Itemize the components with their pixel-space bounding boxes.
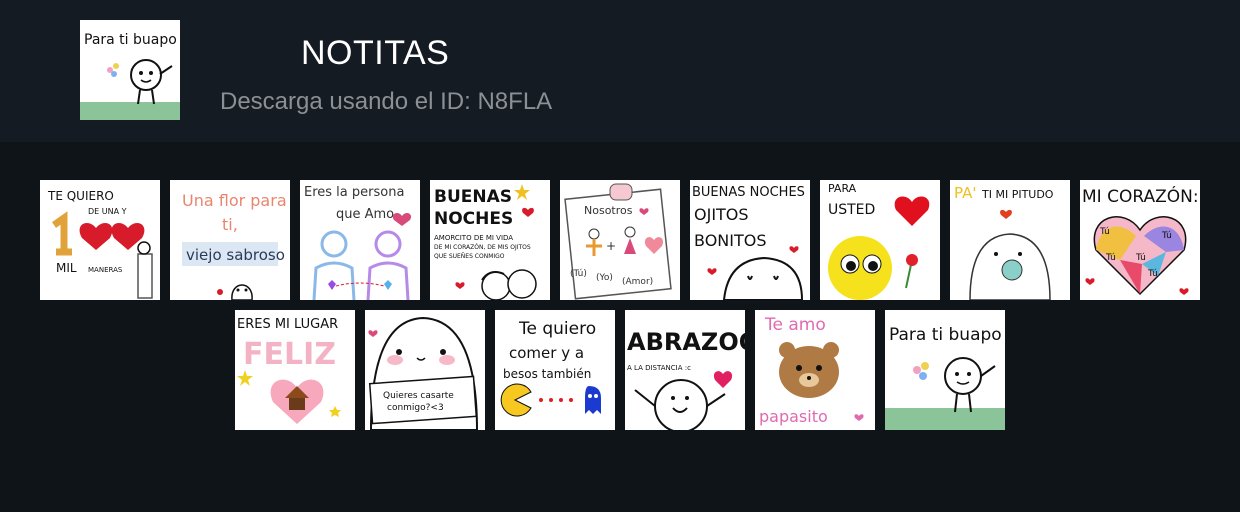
svg-text:TI MI PITUDO: TI MI PITUDO bbox=[981, 188, 1054, 201]
svg-text:Te amo: Te amo bbox=[764, 315, 826, 335]
sticker-una-flor-para-ti[interactable]: Una flor para ti, viejo sabroso bbox=[170, 180, 290, 300]
sticker-eres-la-persona[interactable]: Eres la persona que Amo bbox=[300, 180, 420, 300]
sticker-te-quiero-100-mil[interactable]: TE QUIERO DE UNA Y MIL MANERAS bbox=[40, 180, 160, 300]
svg-text:MI CORAZÓN:: MI CORAZÓN: bbox=[1082, 185, 1199, 207]
thumb-text: Para ti buapo bbox=[84, 32, 177, 48]
pack-header: Para ti buapo NOTITAS Descarga usando el… bbox=[0, 0, 1240, 142]
svg-text:BUENAS NOCHES: BUENAS NOCHES bbox=[692, 185, 805, 200]
svg-text:Eres la persona: Eres la persona bbox=[304, 185, 404, 200]
svg-text:TE QUIERO: TE QUIERO bbox=[47, 189, 114, 203]
svg-text:A LA DISTANCIA :c: A LA DISTANCIA :c bbox=[627, 364, 691, 372]
svg-text:(Yo): (Yo) bbox=[596, 273, 613, 283]
svg-text:NOCHES: NOCHES bbox=[434, 209, 513, 229]
svg-text:ERES MI LUGAR: ERES MI LUGAR bbox=[237, 317, 338, 332]
svg-text:PA': PA' bbox=[954, 184, 976, 202]
svg-text:BUENAS: BUENAS bbox=[434, 187, 512, 207]
svg-text:conmigo?<3: conmigo?<3 bbox=[387, 403, 444, 413]
download-id-label: Descarga usando el ID: N8FLA bbox=[220, 88, 553, 115]
svg-text:que Amo: que Amo bbox=[336, 207, 394, 222]
svg-text:viejo sabroso: viejo sabroso bbox=[186, 246, 285, 264]
svg-text:ABRAZOO: ABRAZOO bbox=[627, 328, 745, 356]
svg-text:comer y a: comer y a bbox=[509, 344, 584, 362]
svg-text:ti,: ti, bbox=[222, 215, 238, 234]
sticker-pa-ti-mi-pitudo[interactable]: PA' TI MI PITUDO bbox=[950, 180, 1070, 300]
svg-text:Nosotros: Nosotros bbox=[584, 204, 633, 217]
svg-text:QUE SUEÑES CONMIGO: QUE SUEÑES CONMIGO bbox=[434, 253, 505, 260]
sticker-nosotros[interactable]: Nosotros + (Tú) (Yo) (Amor) bbox=[560, 180, 680, 300]
svg-text:BONITOS: BONITOS bbox=[694, 231, 767, 250]
svg-text:DE UNA Y: DE UNA Y bbox=[88, 207, 127, 216]
svg-text:besos también: besos también bbox=[503, 367, 591, 381]
sticker-buenas-noches[interactable]: BUENAS NOCHES AMORCITO DE MI VIDA DE MI … bbox=[430, 180, 550, 300]
svg-text:Para ti buapo: Para ti buapo bbox=[889, 325, 1002, 345]
svg-text:Te quiero: Te quiero bbox=[518, 319, 596, 339]
sticker-para-ti-buapo[interactable]: Para ti buapo bbox=[885, 310, 1005, 430]
svg-text:DE MI CORAZÓN, DE MIS OJITOS: DE MI CORAZÓN, DE MIS OJITOS bbox=[434, 244, 531, 251]
sticker-buenas-noches-ojitos[interactable]: BUENAS NOCHES OJITOS BONITOS bbox=[690, 180, 810, 300]
svg-text:MIL: MIL bbox=[56, 261, 77, 275]
sticker-te-amo-papasito[interactable]: Te amo papasito bbox=[755, 310, 875, 430]
sticker-quieres-casarte[interactable]: Quieres casarte conmigo?<3 bbox=[365, 310, 485, 430]
svg-text:AMORCITO DE MI VIDA: AMORCITO DE MI VIDA bbox=[434, 234, 513, 242]
svg-text:(Amor): (Amor) bbox=[622, 277, 653, 287]
pack-thumbnail: Para ti buapo bbox=[80, 20, 180, 120]
sticker-te-quiero-comer[interactable]: Te quiero comer y a besos también bbox=[495, 310, 615, 430]
svg-text:OJITOS: OJITOS bbox=[694, 205, 749, 224]
pack-title: NOTITAS bbox=[301, 34, 450, 72]
svg-text:Tú: Tú bbox=[1099, 227, 1110, 237]
svg-text:Tú: Tú bbox=[1161, 231, 1172, 241]
svg-text:FELIZ: FELIZ bbox=[243, 337, 336, 372]
svg-text:papasito: papasito bbox=[759, 407, 828, 426]
sticker-abrazoo[interactable]: ABRAZOO A LA DISTANCIA :c bbox=[625, 310, 745, 430]
svg-text:Quieres casarte: Quieres casarte bbox=[383, 391, 454, 401]
svg-text:Tú: Tú bbox=[1147, 269, 1158, 279]
svg-text:+: + bbox=[606, 239, 616, 253]
sticker-eres-mi-lugar-feliz[interactable]: ERES MI LUGAR FELIZ bbox=[235, 310, 355, 430]
svg-text:Una flor para: Una flor para bbox=[182, 191, 287, 210]
svg-text:USTED: USTED bbox=[828, 202, 875, 218]
svg-text:PARA: PARA bbox=[828, 182, 857, 195]
svg-text:Tú: Tú bbox=[1135, 253, 1146, 263]
svg-text:Tú: Tú bbox=[1105, 253, 1116, 263]
sticker-mi-corazon[interactable]: MI CORAZÓN: Tú Tú Tú Tú Tú bbox=[1080, 180, 1200, 300]
sticker-para-usted[interactable]: PARA USTED bbox=[820, 180, 940, 300]
svg-text:MANERAS: MANERAS bbox=[88, 266, 123, 274]
svg-text:(Tú): (Tú) bbox=[570, 269, 587, 279]
